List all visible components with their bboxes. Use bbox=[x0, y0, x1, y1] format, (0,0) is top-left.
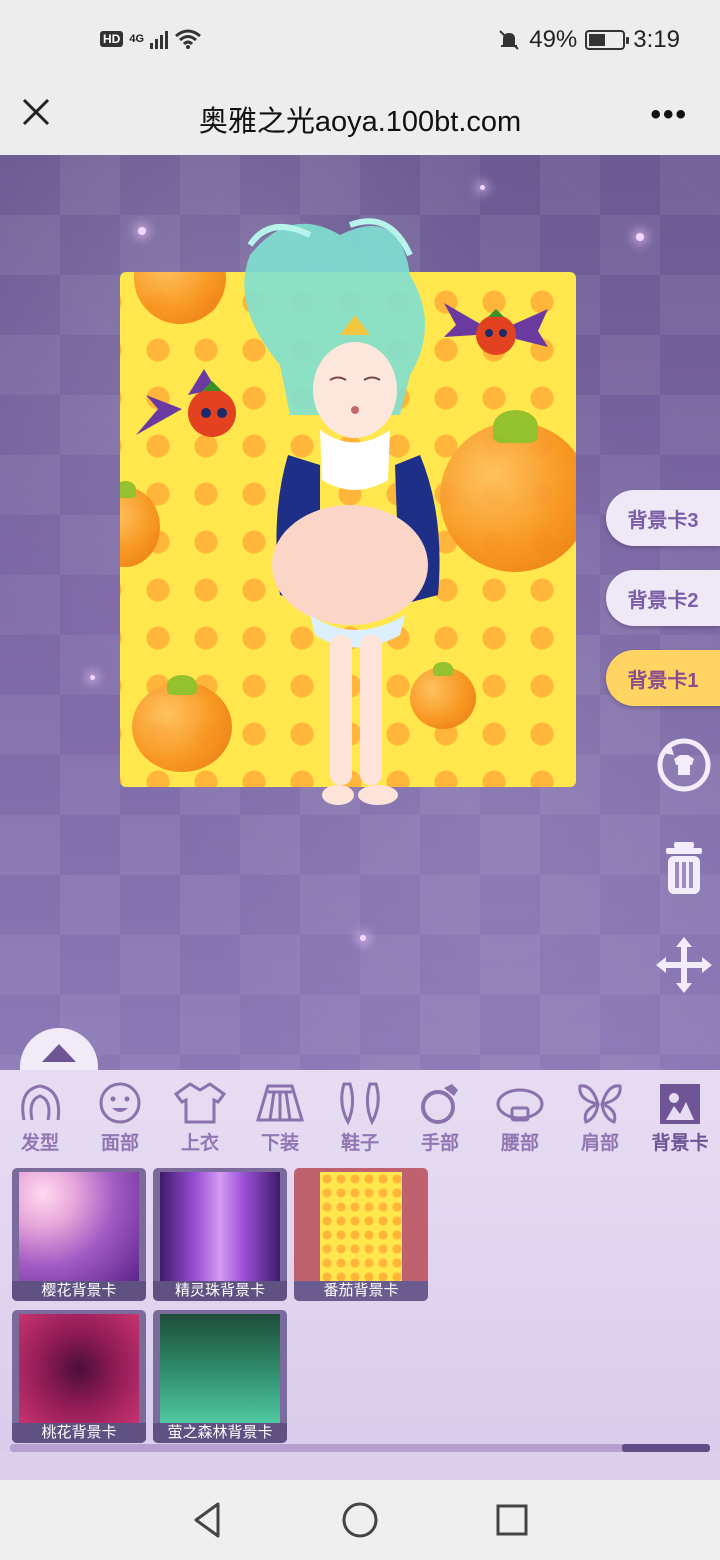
scrollbar-thumb[interactable] bbox=[622, 1444, 710, 1452]
category-label: 发型 bbox=[20, 1133, 59, 1154]
category-face[interactable]: 面部 bbox=[80, 1080, 160, 1160]
category-hair[interactable]: 发型 bbox=[0, 1080, 80, 1160]
sparkle bbox=[90, 675, 95, 680]
browser-title-bar: 奥雅之光aoya.100bt.com ••• bbox=[0, 80, 720, 155]
tomato bbox=[120, 480, 160, 567]
face-icon bbox=[99, 1082, 141, 1124]
move-arrows-icon[interactable] bbox=[654, 935, 714, 995]
item-name: 桃花背景卡 bbox=[12, 1423, 146, 1443]
item-tomato-card[interactable]: 番茄背景卡 bbox=[294, 1168, 428, 1301]
network-type: 4G bbox=[129, 33, 145, 45]
category-waist[interactable]: 腰部 bbox=[480, 1080, 560, 1160]
category-label: 鞋子 bbox=[340, 1133, 379, 1154]
signal-icon bbox=[150, 29, 169, 49]
category-shoulder[interactable]: 肩部 bbox=[560, 1080, 640, 1160]
category-label: 下装 bbox=[260, 1133, 299, 1154]
item-thumbnail bbox=[160, 1172, 280, 1282]
shoes-icon bbox=[340, 1082, 380, 1126]
items-scrollbar[interactable] bbox=[10, 1444, 710, 1452]
top-icon bbox=[174, 1082, 226, 1124]
item-peach-blossom-card[interactable]: 桃花背景卡 bbox=[12, 1310, 146, 1443]
mute-bell-icon bbox=[499, 30, 519, 50]
status-bar: HD 4G 49% 3:19 bbox=[0, 0, 720, 80]
belt-icon bbox=[496, 1088, 544, 1122]
category-top[interactable]: 上衣 bbox=[160, 1080, 240, 1160]
battery-percent: 49% bbox=[529, 26, 578, 53]
category-label: 手部 bbox=[420, 1133, 459, 1154]
clock: 3:19 bbox=[633, 26, 680, 53]
hair-icon bbox=[21, 1084, 61, 1121]
page-title: 奥雅之光aoya.100bt.com bbox=[198, 106, 522, 138]
background-card-2-tab[interactable]: 背景卡2 bbox=[606, 570, 720, 626]
item-name: 精灵珠背景卡 bbox=[153, 1281, 287, 1301]
category-label: 面部 bbox=[100, 1133, 139, 1154]
avatar-character[interactable] bbox=[210, 215, 470, 815]
recents-icon[interactable] bbox=[490, 1498, 534, 1542]
sparkle bbox=[636, 233, 644, 241]
sparkle bbox=[360, 935, 366, 941]
category-label: 背景卡 bbox=[651, 1133, 709, 1154]
item-name: 番茄背景卡 bbox=[294, 1281, 428, 1301]
category-label: 肩部 bbox=[580, 1133, 619, 1154]
item-sakura-card[interactable]: 樱花背景卡 bbox=[12, 1168, 146, 1301]
background-card-3-tab[interactable]: 背景卡3 bbox=[606, 490, 720, 546]
item-firefly-forest-card[interactable]: 萤之森林背景卡 bbox=[153, 1310, 287, 1443]
home-icon[interactable] bbox=[338, 1498, 382, 1542]
trash-icon[interactable] bbox=[654, 838, 714, 898]
category-background-card[interactable]: 背景卡 bbox=[640, 1080, 720, 1160]
ring-icon bbox=[421, 1084, 458, 1124]
item-name: 萤之森林背景卡 bbox=[153, 1423, 287, 1443]
item-spirit-pearl-card[interactable]: 精灵珠背景卡 bbox=[153, 1168, 287, 1301]
wings-icon bbox=[578, 1084, 622, 1124]
item-name: 樱花背景卡 bbox=[12, 1281, 146, 1301]
category-skirt[interactable]: 下装 bbox=[240, 1080, 320, 1160]
sparkle bbox=[480, 185, 485, 190]
category-hands[interactable]: 手部 bbox=[400, 1080, 480, 1160]
category-label: 上衣 bbox=[180, 1133, 219, 1154]
background-card-icon bbox=[660, 1084, 700, 1124]
item-thumbnail bbox=[320, 1172, 402, 1282]
item-thumbnail bbox=[19, 1172, 139, 1282]
skirt-icon bbox=[255, 1084, 305, 1122]
sparkle bbox=[138, 227, 146, 235]
battery-fill bbox=[589, 34, 606, 46]
system-nav-bar bbox=[0, 1480, 720, 1560]
more-icon[interactable]: ••• bbox=[650, 98, 688, 132]
category-shoes[interactable]: 鞋子 bbox=[320, 1080, 400, 1160]
dressup-stage: 背景卡3 背景卡2 背景卡1 bbox=[0, 155, 720, 1070]
panel-bottom-strip bbox=[0, 1452, 720, 1480]
hd-badge: HD bbox=[100, 31, 124, 47]
back-icon[interactable] bbox=[186, 1498, 230, 1542]
chevron-up-icon bbox=[42, 1044, 76, 1062]
category-label: 腰部 bbox=[500, 1133, 539, 1154]
wardrobe-panel: 发型 面部 上衣 下装 鞋子 手部 腰部 肩部 背景卡 樱花背景卡 精灵珠背景卡… bbox=[0, 1070, 720, 1480]
refresh-outfit-icon[interactable] bbox=[654, 735, 714, 795]
category-bar: 发型 面部 上衣 下装 鞋子 手部 腰部 肩部 背景卡 bbox=[0, 1080, 720, 1160]
collapse-panel-button[interactable] bbox=[20, 1028, 98, 1070]
battery-icon bbox=[585, 30, 630, 50]
status-left: HD 4G bbox=[100, 28, 202, 50]
item-thumbnail bbox=[160, 1314, 280, 1424]
item-thumbnail bbox=[19, 1314, 139, 1424]
wifi-icon bbox=[175, 29, 201, 49]
status-right: 49% 3:19 bbox=[497, 26, 680, 54]
background-card-1-tab[interactable]: 背景卡1 bbox=[606, 650, 720, 706]
